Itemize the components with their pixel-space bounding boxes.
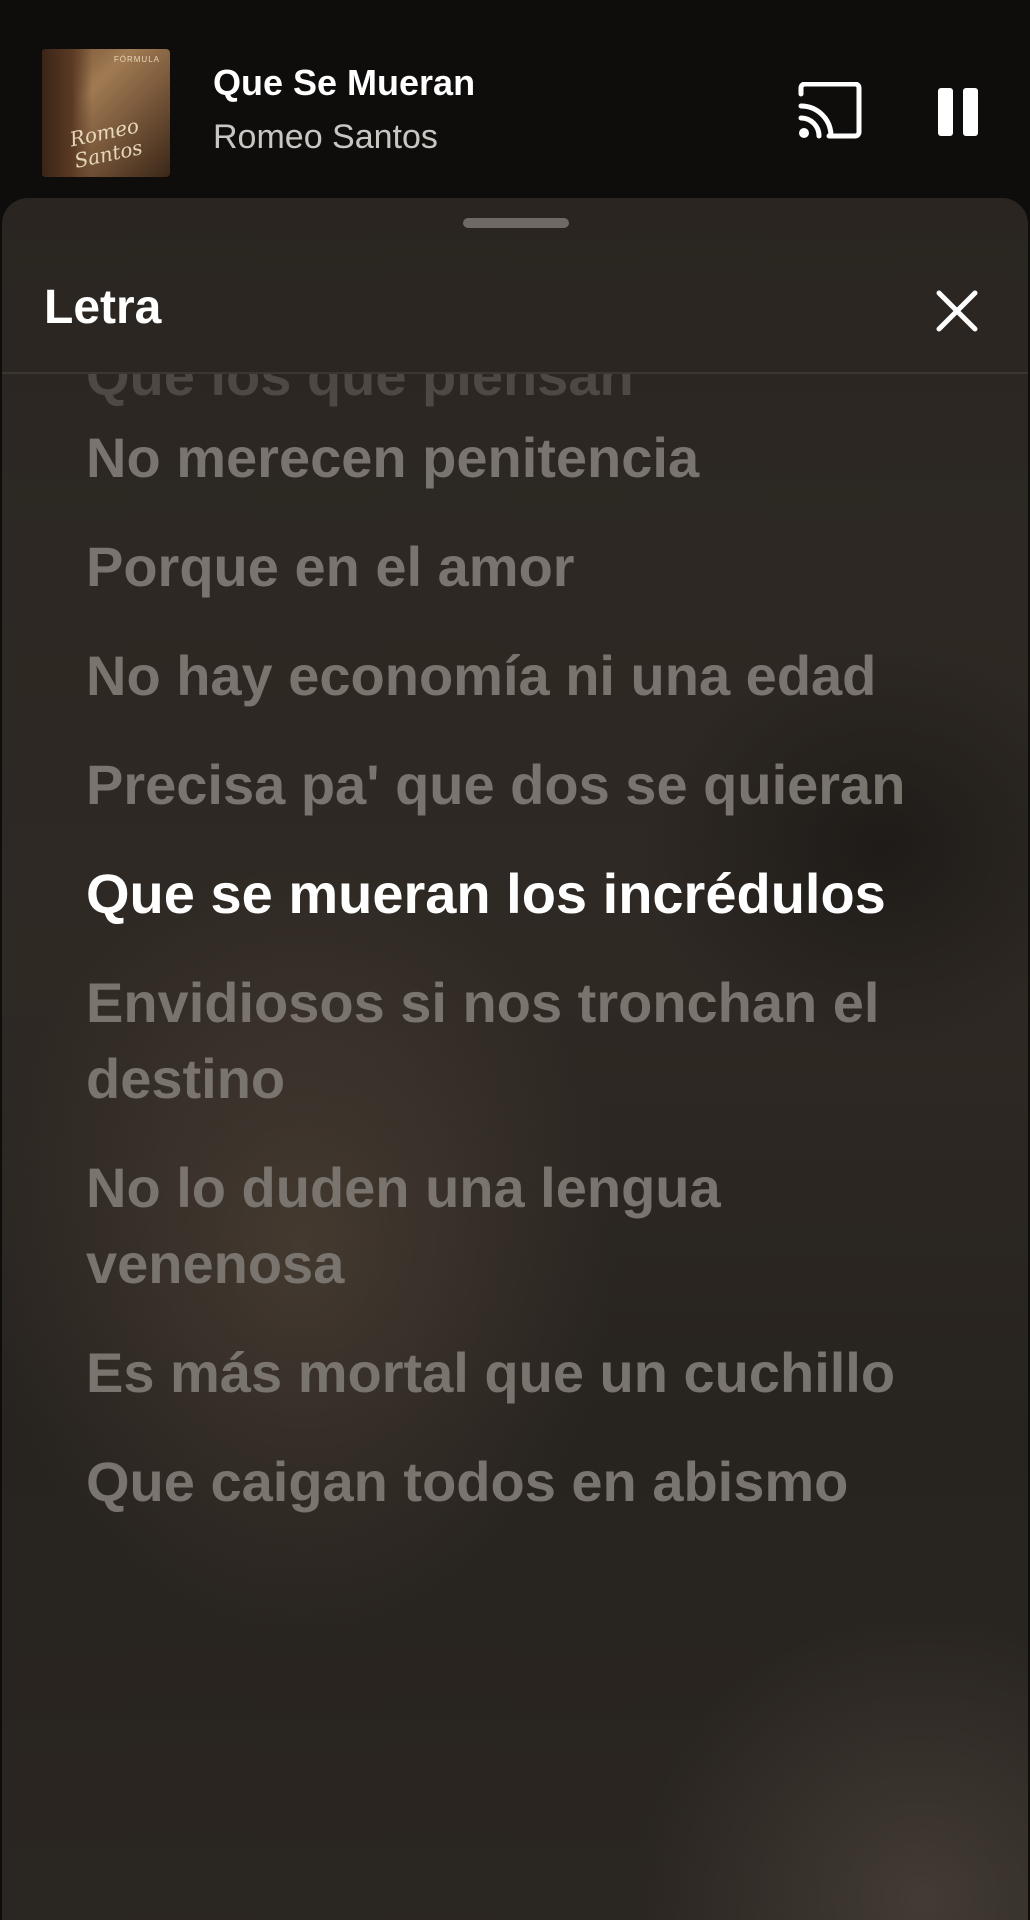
lyric-line[interactable]: Envidiosos si nos tronchan el destino: [86, 965, 916, 1117]
pause-icon-bar: [963, 88, 978, 136]
lyric-list: No merecen penitencia Porque en el amor …: [86, 420, 916, 1553]
close-button[interactable]: [932, 286, 982, 336]
album-art-brand: FÓRMULA: [113, 55, 160, 64]
sheet-title: Letra: [44, 281, 162, 334]
pause-icon: [938, 88, 953, 136]
pause-button[interactable]: [932, 84, 984, 140]
lyric-line-active[interactable]: Que se mueran los incrédulos: [86, 856, 916, 932]
lyrics-screen: FÓRMULA Romeo Santos Que Se Mueran Romeo…: [0, 0, 1030, 1920]
track-artist[interactable]: Romeo Santos: [213, 118, 438, 157]
lyric-line[interactable]: Que caigan todos en abismo: [86, 1444, 916, 1520]
lyric-line[interactable]: Es más mortal que un cuchillo: [86, 1335, 916, 1411]
cast-button[interactable]: [795, 81, 865, 142]
lyric-line[interactable]: Porque en el amor: [86, 529, 916, 605]
lyrics-sheet: Letra Que los que piensan No merecen pen…: [2, 198, 1028, 1920]
track-title[interactable]: Que Se Mueran: [213, 62, 475, 104]
cast-icon: [798, 81, 862, 139]
lyric-line[interactable]: No lo duden una lengua venenosa: [86, 1150, 916, 1302]
lyric-line[interactable]: Precisa pa' que dos se quieran: [86, 747, 916, 823]
lyric-line[interactable]: No merecen penitencia: [86, 420, 916, 496]
drag-handle[interactable]: [463, 218, 569, 228]
lyric-line-partial[interactable]: Que los que piensan: [86, 374, 634, 414]
mini-player[interactable]: FÓRMULA Romeo Santos Que Se Mueran Romeo…: [0, 0, 1030, 200]
lyric-line[interactable]: No hay economía ni una edad: [86, 638, 916, 714]
album-art[interactable]: FÓRMULA Romeo Santos: [42, 49, 170, 177]
lyrics-view[interactable]: Que los que piensan No merecen penitenci…: [2, 374, 1028, 1920]
close-icon: [936, 290, 978, 332]
